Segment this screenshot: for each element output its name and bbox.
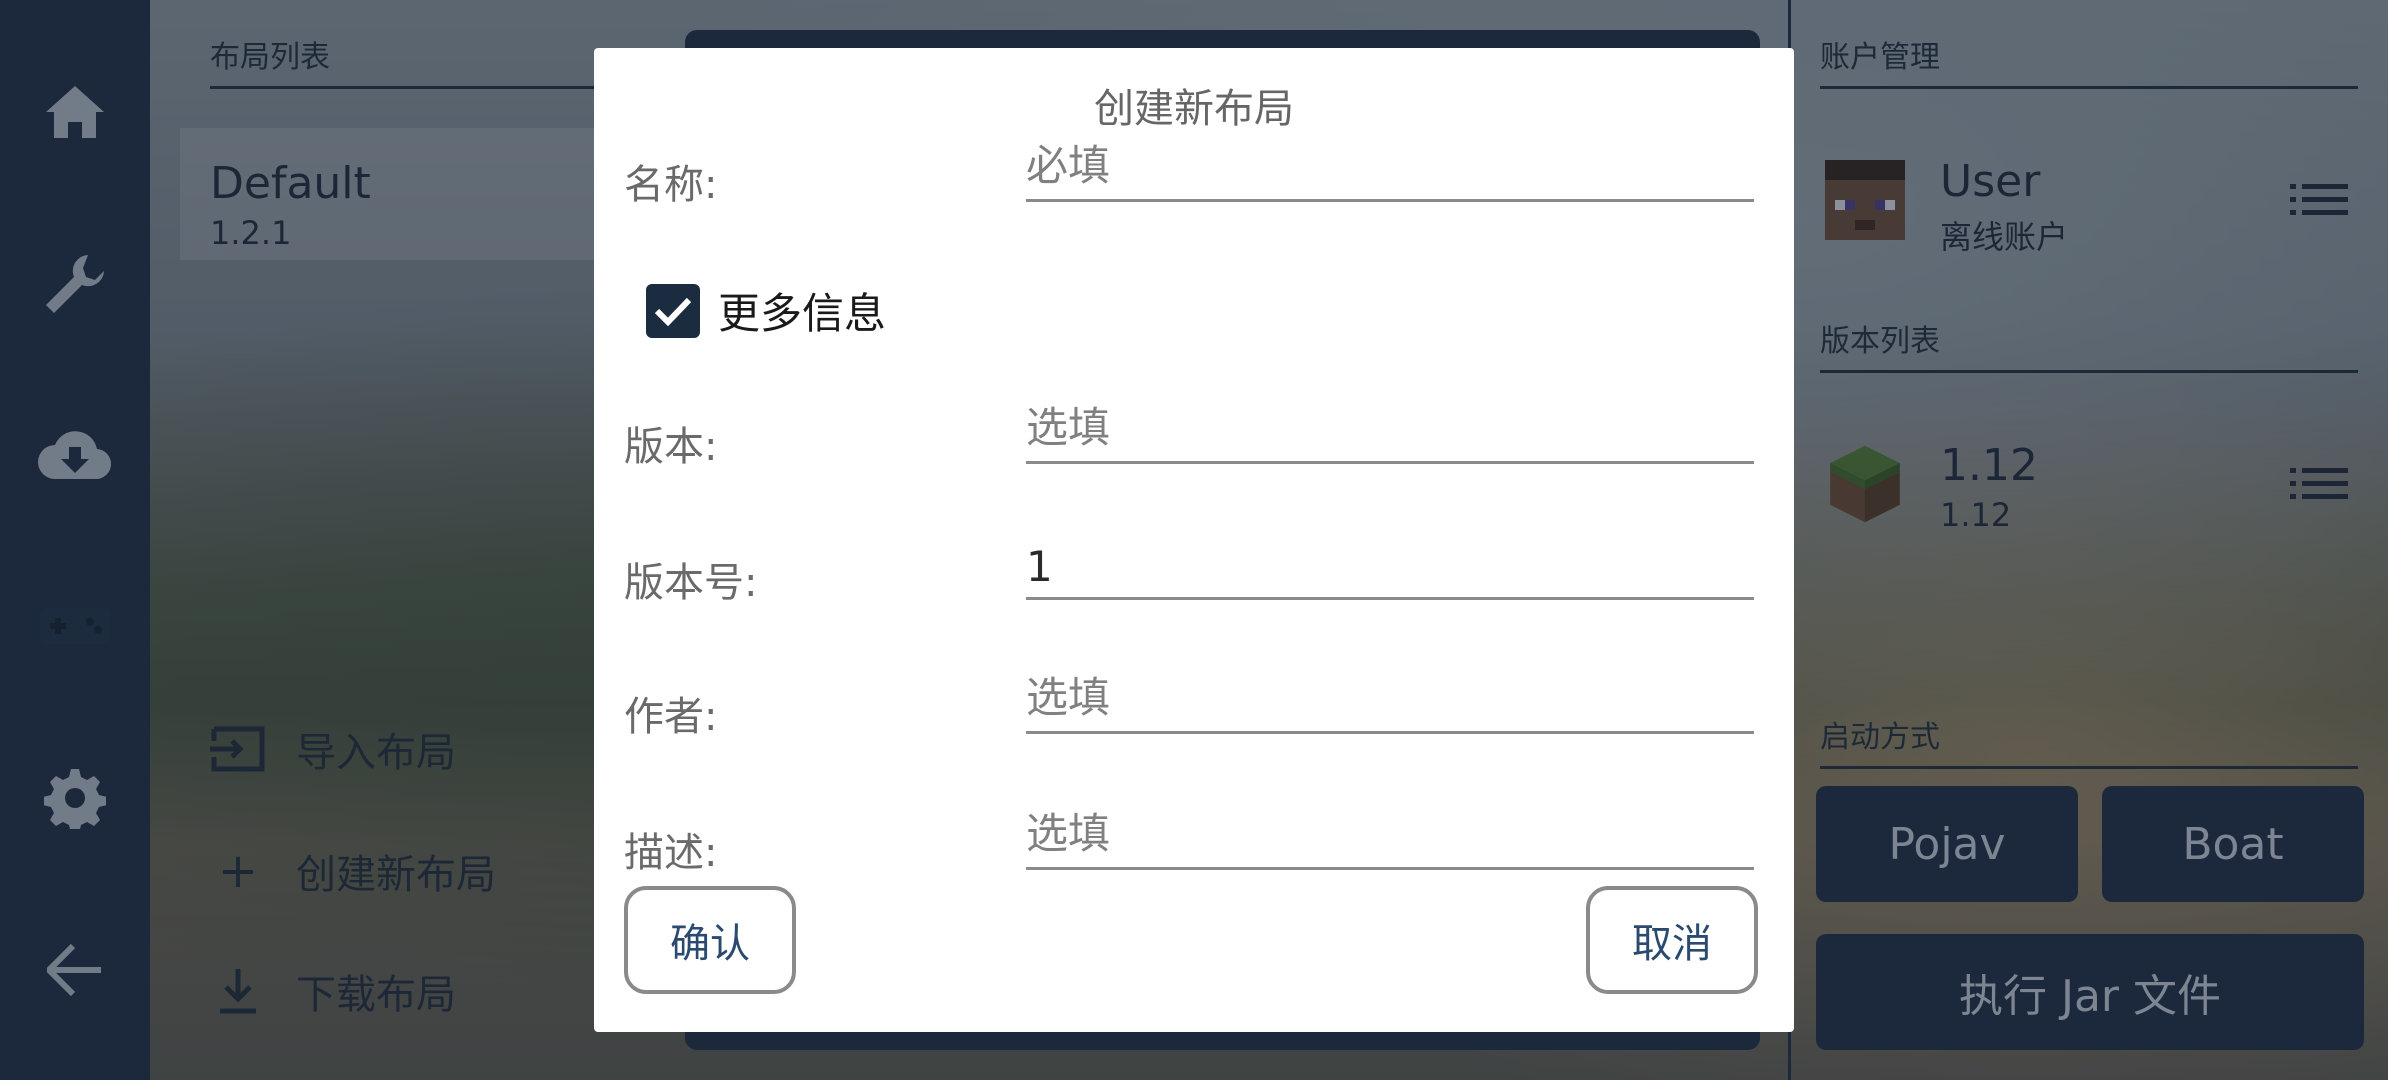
more-info-toggle[interactable]: 更多信息	[646, 280, 886, 341]
more-info-checkbox[interactable]	[646, 283, 700, 338]
description-field[interactable]: 选填	[1026, 808, 1754, 870]
create-layout-dialog: 创建新布局 名称: 必填 更多信息 版本: 选填 版本号: 1 作者: 选填 描…	[594, 48, 1794, 1032]
confirm-button[interactable]: 确认	[624, 886, 796, 994]
version-label: 版本:	[624, 424, 718, 470]
description-label: 描述:	[624, 830, 718, 876]
more-info-label: 更多信息	[718, 289, 887, 338]
author-label: 作者:	[624, 694, 718, 740]
checkmark-icon	[654, 297, 692, 326]
author-field[interactable]: 选填	[1026, 672, 1754, 734]
dialog-title: 创建新布局	[1094, 86, 1294, 132]
version-code-field[interactable]: 1	[1026, 538, 1754, 600]
cancel-button[interactable]: 取消	[1586, 886, 1758, 994]
version-code-label: 版本号:	[624, 560, 758, 606]
version-field[interactable]: 选填	[1026, 402, 1754, 464]
name-label: 名称:	[624, 162, 718, 208]
name-field[interactable]: 必填	[1026, 140, 1754, 202]
